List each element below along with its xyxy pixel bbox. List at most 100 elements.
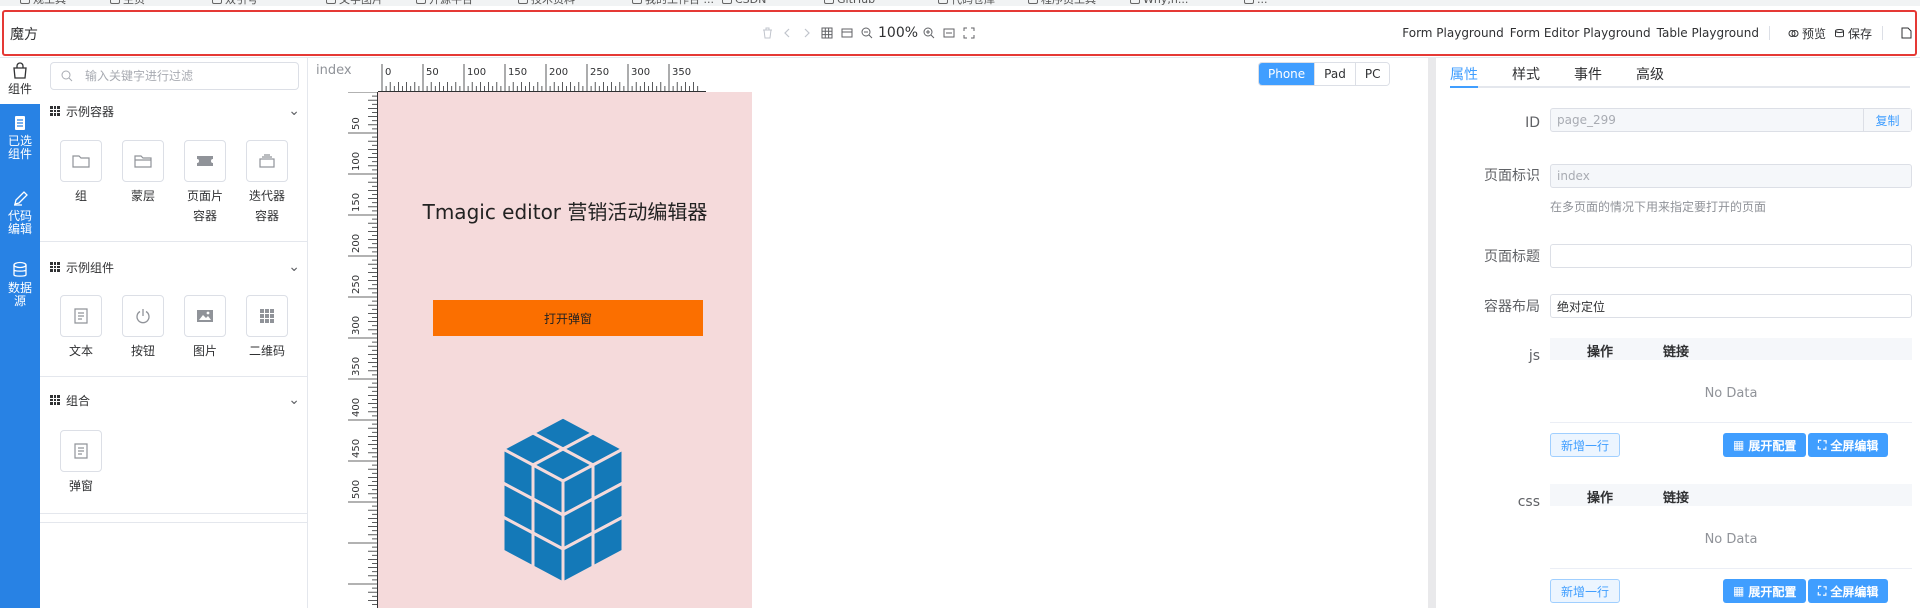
toolbar-divider: [1768, 26, 1770, 40]
component-text[interactable]: 文本: [56, 295, 106, 361]
device-pad-button[interactable]: Pad: [1314, 63, 1355, 85]
tab-style[interactable]: 样式: [1512, 58, 1540, 88]
nav-item-components[interactable]: 组件: [0, 58, 40, 104]
delete-icon[interactable]: [757, 24, 777, 42]
bookmark-item[interactable]: GitHub: [824, 0, 875, 6]
page-id-hint: 在多页面的情况下用来指定要打开的页面: [1550, 200, 1767, 214]
group-header-containers[interactable]: 示例容器 ⌄: [50, 101, 300, 121]
component-label: 按钮: [130, 344, 155, 358]
fullscreen-icon[interactable]: [959, 24, 979, 42]
save-button[interactable]: 保存: [1834, 25, 1872, 42]
preview-icon: [1788, 29, 1799, 37]
device-phone-button[interactable]: Phone: [1259, 63, 1315, 85]
bookmark-item[interactable]: CSDN: [722, 0, 766, 6]
component-dialog[interactable]: 弹窗: [56, 430, 106, 496]
undo-icon[interactable]: [777, 24, 797, 42]
ruler-icon[interactable]: [837, 24, 857, 42]
component-page-fragment[interactable]: 页面片容器: [180, 140, 230, 226]
ruler-tick-label: 150: [508, 67, 527, 78]
table-playground-link[interactable]: Table Playground: [1657, 26, 1759, 40]
bookmark-item[interactable]: 规工具: [20, 0, 66, 6]
component-iterator[interactable]: 迭代器容器: [242, 140, 292, 226]
redo-icon[interactable]: [797, 24, 817, 42]
bookmark-label: 文字图片: [339, 0, 383, 6]
js-empty-text: No Data: [1704, 386, 1758, 401]
table-divider: [1550, 568, 1912, 569]
canvas-open-dialog-button[interactable]: 打开弹窗: [433, 300, 703, 336]
group-title: 示例容器: [66, 104, 115, 119]
bookmark-item[interactable]: ...: [1244, 0, 1268, 6]
fullscreen-icon: ⛶: [1818, 583, 1827, 598]
bookmark-item[interactable]: 双引号: [212, 0, 258, 6]
nav-item-code[interactable]: 代码编辑: [0, 189, 40, 236]
ruler-tick-label: 0: [385, 67, 391, 78]
component-label: 图片: [192, 344, 217, 358]
component-mask[interactable]: 蒙层: [118, 140, 168, 206]
component-button[interactable]: 按钮: [118, 295, 168, 361]
bookmark-label: Why,h...: [1143, 0, 1188, 6]
page-canvas[interactable]: Tmagic editor 营销活动编辑器 打开弹窗: [378, 92, 752, 608]
code-view-button[interactable]: [1901, 27, 1912, 39]
ruler-vertical: 50 100 150 200 250 300 350 400 450 500: [348, 92, 378, 608]
button-label: 全屏编辑: [1830, 584, 1879, 599]
component-group[interactable]: 组: [56, 140, 106, 206]
component-qrcode[interactable]: 二维码: [242, 295, 292, 361]
bookmark-item[interactable]: 开源平台: [416, 0, 473, 6]
fit-screen-icon[interactable]: [939, 24, 959, 42]
js-expand-config-button[interactable]: ▦ 展开配置: [1723, 433, 1807, 457]
bookmark-item[interactable]: 文字图片: [326, 0, 383, 6]
nav-item-datasource[interactable]: 数据源: [0, 261, 40, 308]
ruler-tick-label: 200: [549, 67, 568, 78]
component-label: 组: [74, 189, 87, 203]
tab-advanced[interactable]: 高级: [1636, 58, 1664, 88]
ruler-tick-label: 350: [672, 67, 691, 78]
property-tabs: 属性 样式 事件 高级: [1450, 58, 1910, 88]
workspace-scrollbar[interactable]: [1428, 58, 1436, 608]
page-title-input[interactable]: [1550, 244, 1912, 268]
css-add-row-button[interactable]: 新增一行: [1550, 579, 1621, 603]
copy-button[interactable]: 复制: [1863, 109, 1911, 131]
layout-select[interactable]: 绝对定位: [1550, 294, 1912, 318]
divider: [40, 376, 308, 377]
grid-icon[interactable]: [817, 24, 837, 42]
power-icon: [122, 295, 164, 337]
bookmark-label: GitHub: [837, 0, 875, 6]
bookmark-item[interactable]: 我的工作台 ...: [632, 0, 714, 6]
form-playground-link[interactable]: Form Playground: [1402, 26, 1504, 40]
group-header-components[interactable]: 示例组件 ⌄: [50, 257, 300, 277]
form-editor-playground-link[interactable]: Form Editor Playground: [1510, 26, 1651, 40]
device-pc-button[interactable]: PC: [1354, 63, 1390, 85]
preview-button[interactable]: 预览: [1788, 25, 1826, 42]
bookmark-item[interactable]: 程序员工具: [1028, 0, 1096, 6]
bookmark-label: 技术资料: [531, 0, 575, 6]
bookmark-item[interactable]: 代码仓库: [938, 0, 995, 6]
cube-logo-image[interactable]: [478, 407, 648, 597]
button-label: 展开配置: [1748, 438, 1797, 453]
bookmark-item[interactable]: Why,h...: [1130, 0, 1188, 6]
zoom-out-icon[interactable]: [857, 24, 877, 42]
tab-properties[interactable]: 属性: [1450, 58, 1478, 88]
chevron-down-icon[interactable]: ⌄: [288, 259, 300, 275]
css-expand-config-button[interactable]: ▦ 展开配置: [1723, 579, 1807, 603]
bookmark-item[interactable]: 主页: [110, 0, 145, 6]
bookmark-item[interactable]: 技术资料: [518, 0, 575, 6]
component-image[interactable]: 图片: [180, 295, 230, 361]
folder-open-icon: [122, 140, 164, 182]
id-value: page_299: [1557, 113, 1616, 127]
chevron-down-icon[interactable]: ⌄: [288, 392, 300, 408]
bookmark-label: 开源平台: [429, 0, 473, 6]
nav-item-selected[interactable]: 已选组件: [0, 114, 40, 161]
device-switch: Phone Pad PC: [1258, 62, 1391, 86]
tab-events[interactable]: 事件: [1574, 58, 1602, 88]
search-input[interactable]: [85, 69, 285, 83]
search-field[interactable]: [50, 62, 299, 90]
pen-icon: [14, 191, 28, 206]
chevron-down-icon[interactable]: ⌄: [288, 103, 300, 119]
css-fullscreen-edit-button[interactable]: ⛶ 全屏编辑: [1808, 579, 1889, 603]
canvas-title-text[interactable]: Tmagic editor 营销活动编辑器: [378, 196, 752, 225]
group-header-combo[interactable]: 组合 ⌄: [50, 390, 300, 410]
zoom-in-icon[interactable]: [919, 24, 939, 42]
js-add-row-button[interactable]: 新增一行: [1550, 433, 1621, 457]
bookmark-favicon-icon: [416, 0, 426, 4]
js-fullscreen-edit-button[interactable]: ⛶ 全屏编辑: [1808, 433, 1889, 457]
